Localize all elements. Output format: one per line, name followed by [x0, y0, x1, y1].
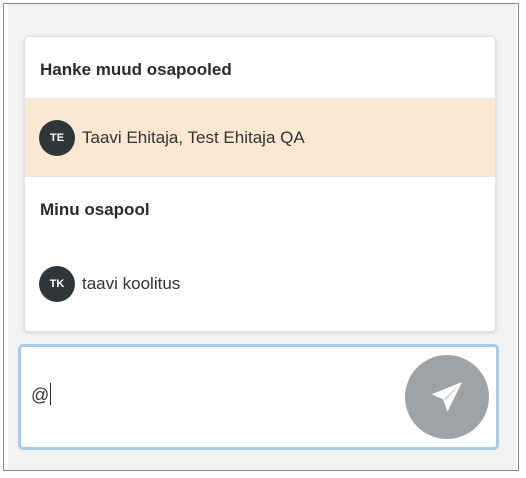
text-caret: [50, 383, 52, 405]
mention-option-label: taavi koolitus: [82, 274, 181, 293]
mention-option-label: Taavi Ehitaja, Test Ehitaja QA: [82, 127, 305, 147]
avatar: TE: [39, 119, 75, 156]
mention-option-taavi-koolitus[interactable]: TK taavi koolitus: [25, 245, 495, 323]
paper-plane-icon: [432, 382, 462, 411]
section-header-my-party: Minu osapool: [25, 181, 495, 239]
comment-composer-frame: Hanke muud osapooled TE Taavi Ehitaja, T…: [3, 3, 519, 471]
avatar: TK: [39, 266, 75, 302]
send-button[interactable]: [405, 355, 489, 439]
mention-dropdown: Hanke muud osapooled TE Taavi Ehitaja, T…: [24, 36, 496, 332]
mention-option-taavi-ehitaja[interactable]: TE Taavi Ehitaja, Test Ehitaja QA: [25, 99, 495, 177]
message-input-value: @: [31, 385, 50, 405]
message-input-text: @: [31, 383, 52, 406]
message-input[interactable]: @: [18, 344, 499, 450]
section-header-other-parties: Hanke muud osapooled: [25, 41, 495, 99]
composer-panel: Hanke muud osapooled TE Taavi Ehitaja, T…: [8, 4, 516, 470]
